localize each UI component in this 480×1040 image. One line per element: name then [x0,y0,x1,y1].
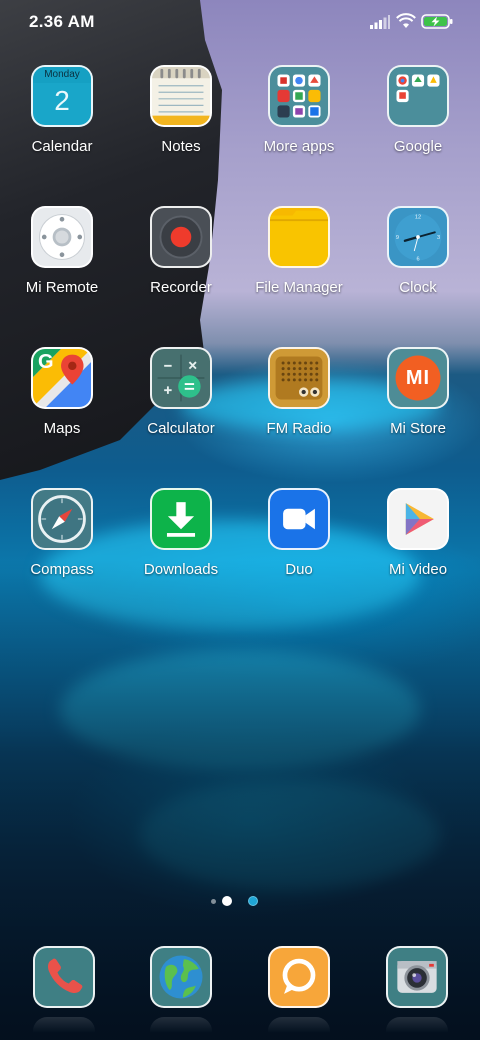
app-label: Mi Store [390,420,446,437]
app-mi-store[interactable]: MI Mi Store [363,347,473,437]
calendar-icon: Monday 2 [31,65,93,127]
page-indicator [0,893,480,909]
maps-icon: G [31,347,93,409]
dock-browser[interactable] [126,946,236,1008]
calendar-weekday: Monday [44,69,80,80]
mi-store-icon: MI [387,347,449,409]
app-maps[interactable]: G Maps [7,347,117,437]
app-label: Clock [399,279,437,296]
svg-text:3: 3 [437,235,440,241]
status-time: 2.36 AM [29,12,95,31]
page-dot-active[interactable] [222,896,232,906]
app-label: File Manager [255,279,343,296]
folder-icon [387,65,449,127]
app-label: Maps [43,420,81,437]
dock-reflection [268,1017,330,1033]
page-dot[interactable] [248,896,258,906]
app-duo[interactable]: Duo [244,488,354,578]
record-icon [150,206,212,268]
dock-reflection [33,1017,95,1033]
app-label: Compass [30,561,94,578]
dock-reflection [150,1017,212,1033]
app-label: Duo [285,561,313,578]
notes-icon [150,65,212,127]
app-label: Notes [161,138,201,155]
app-recorder[interactable]: Recorder [126,206,236,296]
app-label: Mi Video [388,561,448,578]
dock-phone[interactable] [9,946,119,1008]
svg-text:6: 6 [416,256,419,262]
dock-reflection [386,1017,448,1033]
folder-more-apps[interactable]: More apps [244,65,354,155]
app-label: Calculator [147,420,215,437]
app-label: Mi Remote [25,279,99,296]
messaging-icon [268,946,330,1008]
radio-icon [268,347,330,409]
app-label: Google [393,138,443,155]
browser-globe-icon [150,946,212,1008]
wifi-icon [396,13,416,28]
folder-file-icon [268,206,330,268]
app-fm-radio[interactable]: FM Radio [244,347,354,437]
mi-logo: MI [405,367,431,389]
app-label: Calendar [31,138,93,155]
app-file-manager[interactable]: File Manager [244,206,354,296]
app-compass[interactable]: Compass [7,488,117,578]
app-clock[interactable]: 12 3 6 9 Clock [363,206,473,296]
download-icon [150,488,212,550]
svg-text:9: 9 [396,235,399,241]
app-label: Recorder [150,279,212,296]
app-label: FM Radio [266,420,332,437]
camera-icon [386,946,448,1008]
dock-camera[interactable] [362,946,472,1008]
status-bar: 2.36 AM [0,0,480,44]
app-mi-video[interactable]: Mi Video [363,488,473,578]
folder-icon [268,65,330,127]
calculator-icon [150,347,212,409]
dock-messaging[interactable] [244,946,354,1008]
app-label: Downloads [143,561,219,578]
app-label: More apps [263,138,335,155]
cellular-signal-icon [370,15,390,29]
app-mi-remote[interactable]: Mi Remote [7,206,117,296]
app-downloads[interactable]: Downloads [126,488,236,578]
video-camera-icon [268,488,330,550]
battery-charging-icon [421,14,453,29]
compass-icon [31,488,93,550]
folder-google[interactable]: Google [363,65,473,155]
home-indicator-dot [211,899,216,904]
svg-text:12: 12 [415,214,421,220]
play-icon [387,488,449,550]
app-calendar[interactable]: Monday 2 Calendar [7,65,117,155]
calendar-day: 2 [54,85,70,116]
app-calculator[interactable]: Calculator [126,347,236,437]
maps-logo-letter: G [38,351,54,373]
phone-icon [33,946,95,1008]
app-notes[interactable]: Notes [126,65,236,155]
remote-icon [31,206,93,268]
clock-icon: 12 3 6 9 [387,206,449,268]
